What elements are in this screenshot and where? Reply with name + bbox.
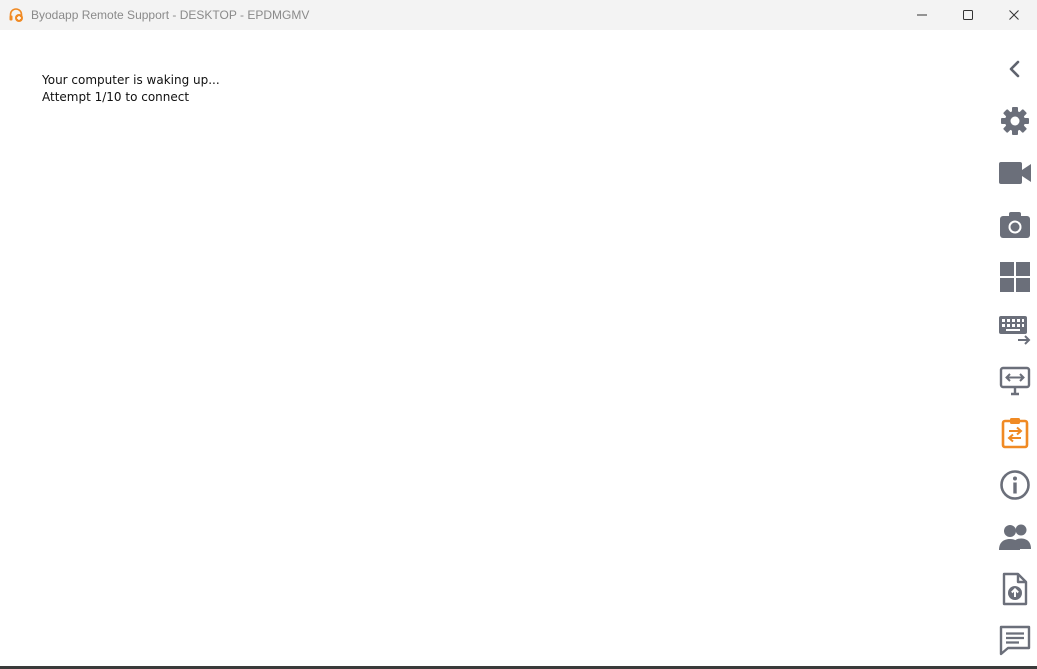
minimize-button[interactable] [899,0,945,30]
file-transfer-button[interactable] [995,569,1035,609]
clipboard-sync-button[interactable] [995,413,1035,453]
info-button[interactable] [995,465,1035,505]
headset-plus-icon [8,7,24,23]
remote-session-view[interactable]: Your computer is waking up... Attempt 1/… [0,30,1037,667]
record-video-button[interactable] [995,153,1035,193]
chat-icon [999,625,1031,656]
fit-screen-button[interactable] [995,361,1035,401]
windows-icon [1000,262,1030,292]
gear-icon [1001,107,1029,135]
chevron-left-icon [1009,60,1020,78]
send-keys-button[interactable] [995,309,1035,349]
screenshot-button[interactable] [995,205,1035,245]
connection-status: Your computer is waking up... Attempt 1/… [42,72,220,106]
title-bar: Byodapp Remote Support - DESKTOP - EPDMG… [0,0,1037,30]
keyboard-icon [999,316,1031,345]
close-icon [1009,10,1019,20]
clipboard-sync-icon [1001,418,1029,449]
window-title: Byodapp Remote Support - DESKTOP - EPDMG… [31,8,310,22]
collapse-toolbar-button[interactable] [995,49,1035,89]
close-button[interactable] [991,0,1037,30]
minimize-icon [917,14,927,16]
file-upload-icon [1002,572,1028,606]
video-camera-icon [999,162,1031,184]
info-icon [1000,470,1030,500]
status-waking: Your computer is waking up... [42,73,220,87]
users-icon [999,524,1031,550]
maximize-icon [963,10,973,20]
settings-button[interactable] [995,101,1035,141]
maximize-button[interactable] [945,0,991,30]
monitor-fit-icon [999,366,1031,396]
camera-icon [1000,212,1030,238]
participants-button[interactable] [995,517,1035,557]
status-attempt: Attempt 1/10 to connect [42,90,190,104]
chat-button[interactable] [995,620,1035,660]
windows-key-button[interactable] [995,257,1035,297]
